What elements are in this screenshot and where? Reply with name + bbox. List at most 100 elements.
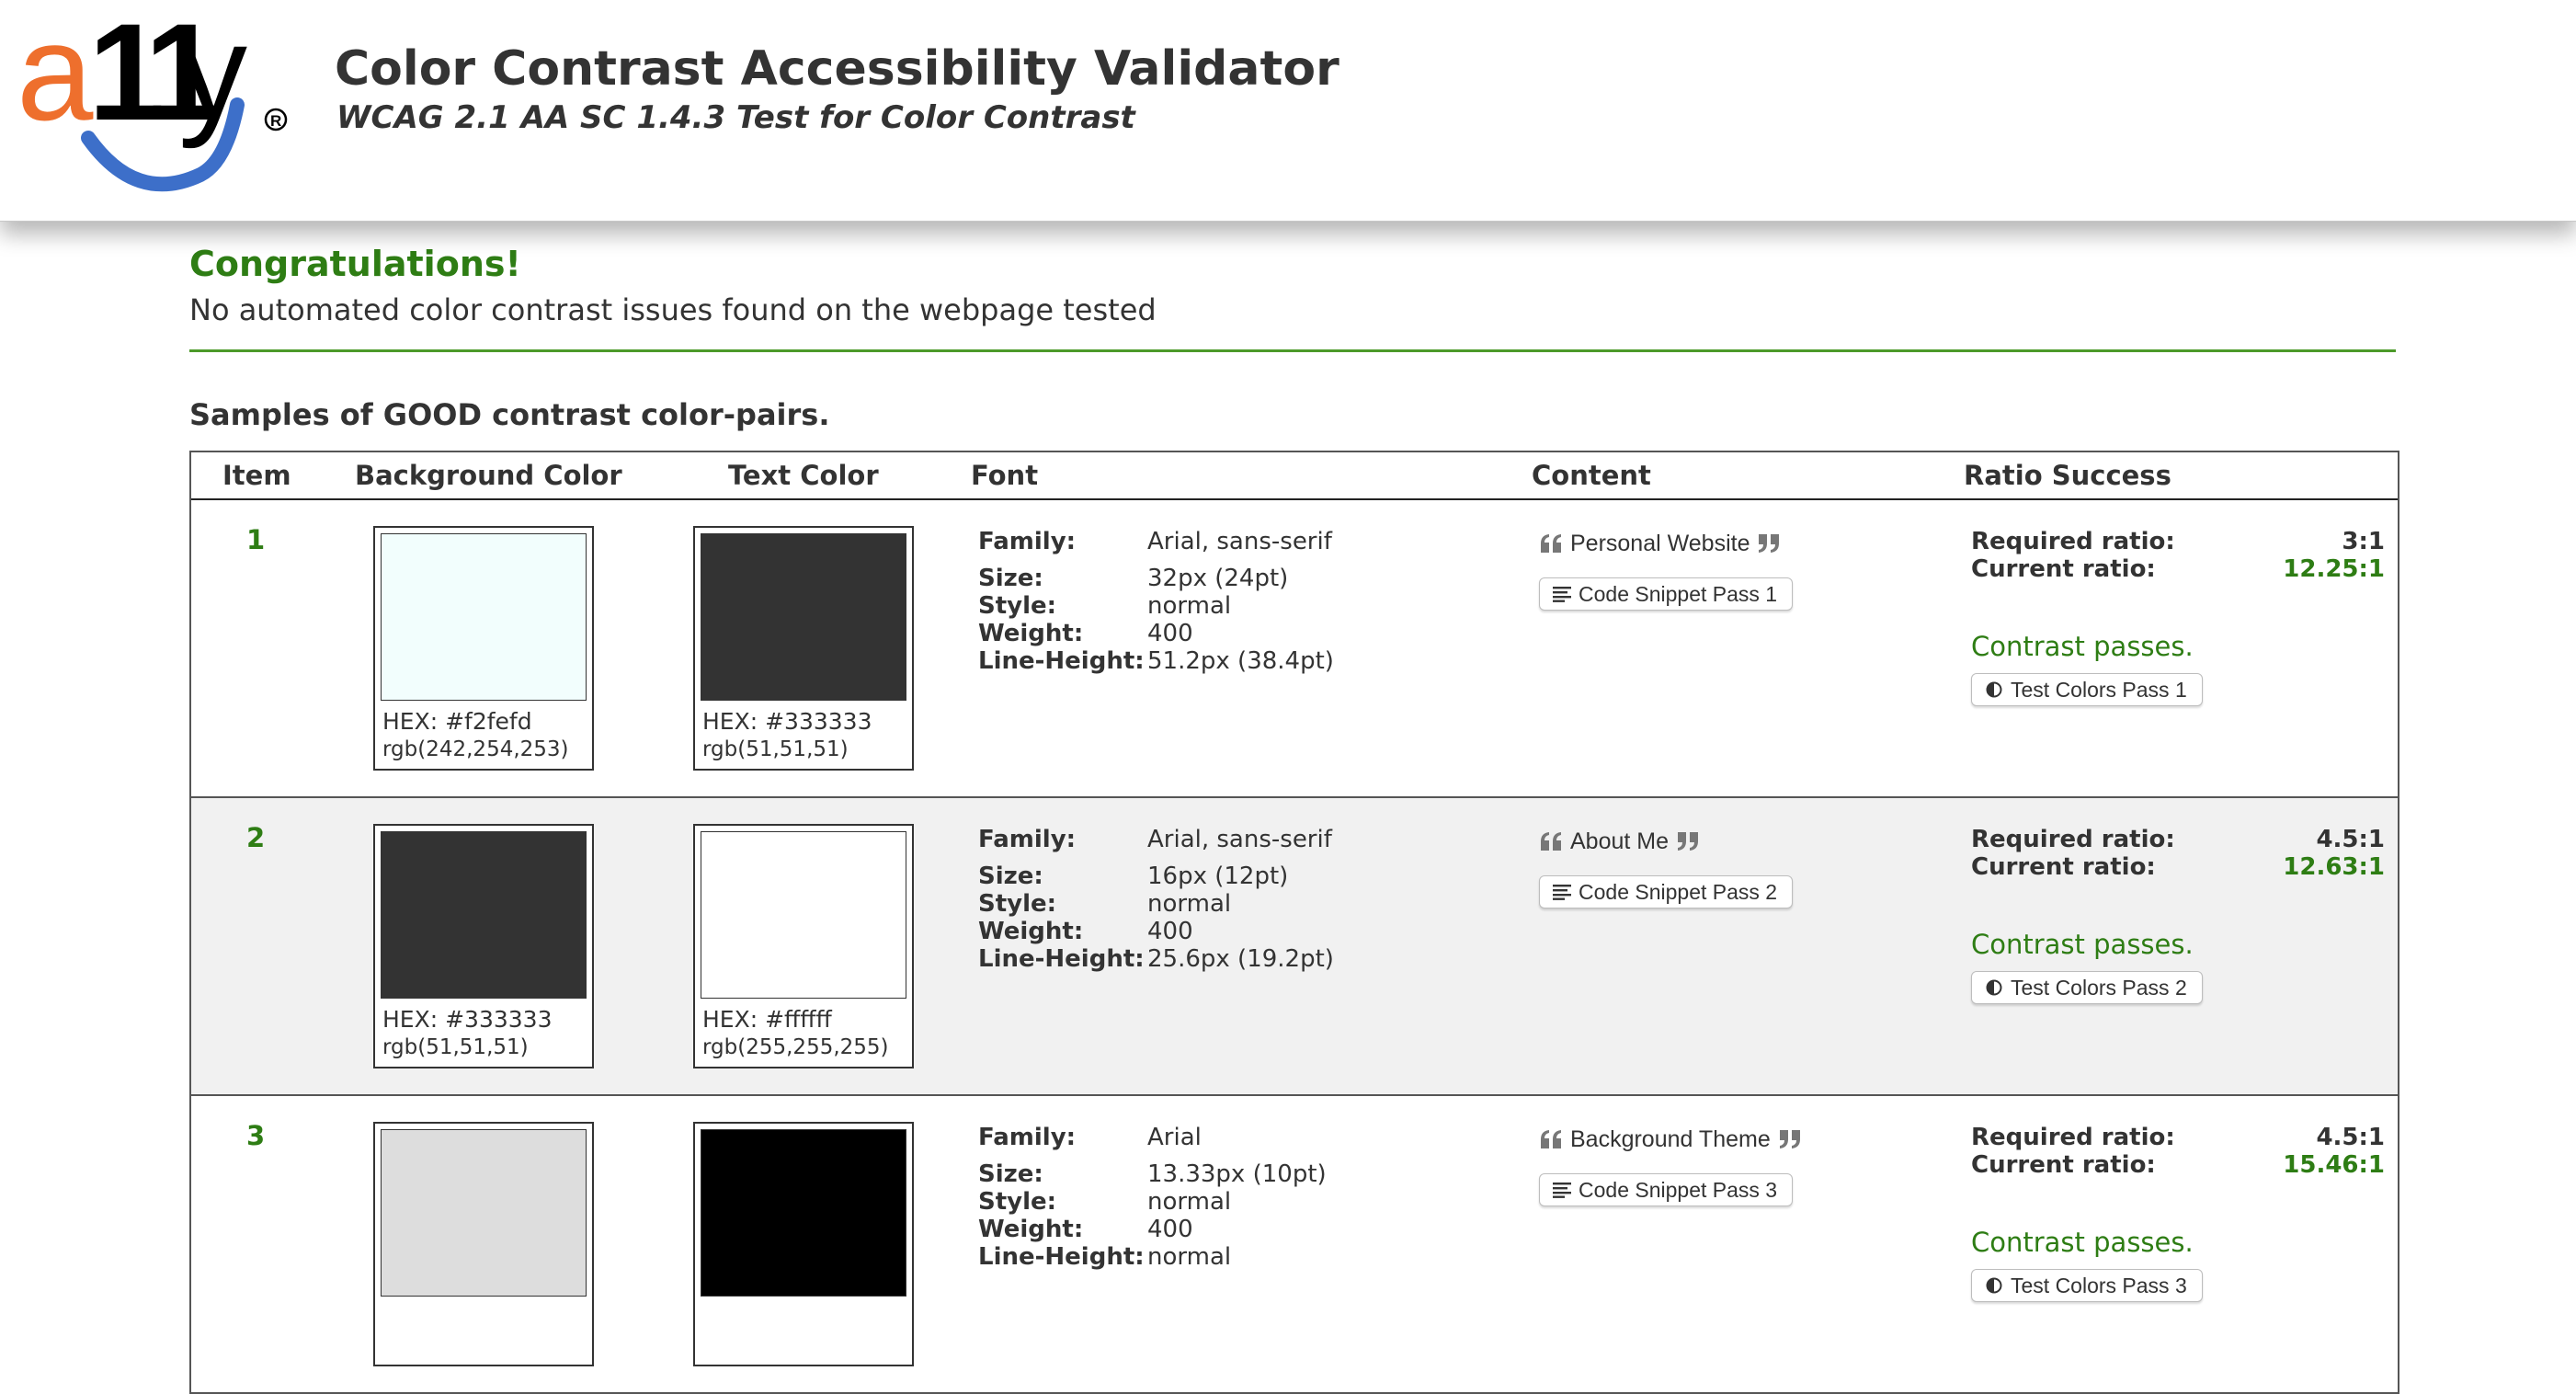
- style-value: normal: [1147, 1188, 1232, 1216]
- size-label: Size:: [978, 1160, 1043, 1188]
- line-height-value: normal: [1147, 1243, 1232, 1271]
- current-ratio-value: 12.25:1: [2283, 555, 2385, 583]
- background-swatch: [381, 831, 587, 999]
- text-hex: HEX: #ffffff: [702, 1006, 832, 1033]
- content-cell: Personal Website Code Snippet Pass 1: [1539, 528, 1794, 611]
- family-value: Arial, sans-serif: [1147, 826, 1332, 853]
- code-snippet-label: Code Snippet Pass 3: [1579, 1178, 1778, 1202]
- line-height-label: Line-Height:: [978, 1243, 1145, 1271]
- code-snippet-label: Code Snippet Pass 1: [1579, 582, 1778, 606]
- weight-label: Weight:: [978, 918, 1084, 945]
- column-header-font: Font: [971, 460, 1039, 491]
- background-swatch: [381, 1129, 587, 1297]
- svg-text:R: R: [270, 112, 281, 130]
- content-text: Background Theme: [1570, 1126, 1771, 1153]
- test-colors-button[interactable]: Test Colors Pass 3: [1971, 1269, 2203, 1302]
- text-swatch: [701, 1129, 906, 1297]
- size-value: 32px (24pt): [1147, 565, 1289, 592]
- samples-heading: Samples of GOOD contrast color-pairs.: [189, 397, 830, 432]
- content-sample: About Me: [1539, 826, 1700, 856]
- content-text: Personal Website: [1570, 531, 1750, 557]
- content-sample: Background Theme: [1539, 1124, 1802, 1154]
- code-snippet-button[interactable]: Code Snippet Pass 1: [1539, 577, 1794, 611]
- content-text: About Me: [1570, 828, 1670, 855]
- code-lines-icon: [1553, 586, 1571, 602]
- contrast-icon: [1985, 979, 2003, 996]
- style-label: Style:: [978, 1188, 1057, 1216]
- table-row: 2 HEX: #333333 rgb(51,51,51) HEX: #fffff…: [191, 798, 2398, 1096]
- family-value: Arial, sans-serif: [1147, 528, 1332, 555]
- item-number: 3: [246, 1120, 266, 1151]
- size-value: 16px (12pt): [1147, 863, 1289, 890]
- code-snippet-label: Code Snippet Pass 2: [1579, 880, 1778, 904]
- item-number: 1: [246, 524, 266, 555]
- item-number: 2: [246, 822, 266, 853]
- success-divider: [189, 349, 2396, 352]
- text-color-card: HEX: #333333 rgb(51,51,51): [693, 526, 914, 771]
- table-row: 3 Family: Arial Size: 13.33px (10pt) Style…: [191, 1096, 2398, 1394]
- weight-label: Weight:: [978, 1216, 1084, 1243]
- style-value: normal: [1147, 890, 1232, 918]
- style-label: Style:: [978, 890, 1057, 918]
- size-label: Size:: [978, 863, 1043, 890]
- quote-close-icon: [1778, 1128, 1802, 1150]
- required-ratio-label: Required ratio:: [1971, 528, 2175, 555]
- current-ratio-label: Current ratio:: [1971, 555, 2156, 583]
- style-label: Style:: [978, 592, 1057, 620]
- text-swatch: [701, 533, 906, 701]
- column-header-text-color: Text Color: [728, 460, 879, 491]
- current-ratio-value: 15.46:1: [2283, 1151, 2385, 1179]
- background-rgb: rgb(242,254,253): [382, 737, 569, 761]
- family-label: Family:: [978, 1124, 1077, 1151]
- current-ratio-label: Current ratio:: [1971, 1151, 2156, 1179]
- text-rgb: rgb(255,255,255): [702, 1035, 889, 1059]
- current-ratio-value: 12.63:1: [2283, 853, 2385, 881]
- quote-close-icon: [1757, 532, 1781, 554]
- a11y-logo: a 11 y R: [17, 17, 298, 197]
- contrast-status: Contrast passes.: [1971, 1227, 2194, 1258]
- code-lines-icon: [1553, 884, 1571, 900]
- weight-value: 400: [1147, 1216, 1193, 1243]
- app-subtitle: WCAG 2.1 AA SC 1.4.3 Test for Color Cont…: [336, 99, 1135, 136]
- background-rgb: rgb(51,51,51): [382, 1035, 529, 1059]
- text-swatch: [701, 831, 906, 999]
- family-label: Family:: [978, 826, 1077, 853]
- background-color-card: HEX: #333333 rgb(51,51,51): [373, 824, 594, 1068]
- results-table: Item Background Color Text Color Font Co…: [189, 451, 2399, 1394]
- weight-value: 400: [1147, 918, 1193, 945]
- test-colors-label: Test Colors Pass 3: [2011, 1274, 2187, 1297]
- svg-text:a: a: [17, 17, 94, 149]
- code-snippet-button[interactable]: Code Snippet Pass 3: [1539, 1173, 1794, 1206]
- test-colors-button[interactable]: Test Colors Pass 1: [1971, 673, 2203, 706]
- test-colors-button[interactable]: Test Colors Pass 2: [1971, 971, 2203, 1004]
- content-cell: About Me Code Snippet Pass 2: [1539, 826, 1794, 908]
- background-hex: HEX: #333333: [382, 1006, 553, 1033]
- column-header-content: Content: [1532, 460, 1651, 491]
- app-header: a 11 y R Color Contrast Accessibility Va…: [0, 0, 2576, 222]
- current-ratio-label: Current ratio:: [1971, 853, 2156, 881]
- quote-close-icon: [1676, 830, 1700, 852]
- table-row: 1 HEX: #f2fefd rgb(242,254,253) HEX: #33…: [191, 500, 2398, 798]
- code-lines-icon: [1553, 1182, 1571, 1198]
- quote-open-icon: [1539, 830, 1563, 852]
- code-snippet-button[interactable]: Code Snippet Pass 2: [1539, 875, 1794, 908]
- size-value: 13.33px (10pt): [1147, 1160, 1327, 1188]
- contrast-icon: [1985, 1277, 2003, 1294]
- family-label: Family:: [978, 528, 1077, 555]
- weight-label: Weight:: [978, 620, 1084, 647]
- required-ratio-label: Required ratio:: [1971, 1124, 2175, 1151]
- column-header-item: Item: [222, 460, 291, 491]
- required-ratio-value: 4.5:1: [2316, 1124, 2385, 1151]
- size-label: Size:: [978, 565, 1043, 592]
- background-hex: HEX: #f2fefd: [382, 708, 532, 735]
- ratio-cell: Required ratio: 3:1 Current ratio: 12.25:1…: [1971, 528, 2385, 706]
- result-summary: No automated color contrast issues found…: [189, 292, 1157, 327]
- test-colors-label: Test Colors Pass 2: [2011, 976, 2187, 1000]
- result-headline: Congratulations!: [189, 244, 521, 284]
- text-rgb: rgb(51,51,51): [702, 737, 849, 761]
- family-value: Arial: [1147, 1124, 1202, 1151]
- test-colors-label: Test Colors Pass 1: [2011, 678, 2187, 702]
- style-value: normal: [1147, 592, 1232, 620]
- table-header: Item Background Color Text Color Font Co…: [191, 452, 2398, 500]
- line-height-label: Line-Height:: [978, 945, 1145, 973]
